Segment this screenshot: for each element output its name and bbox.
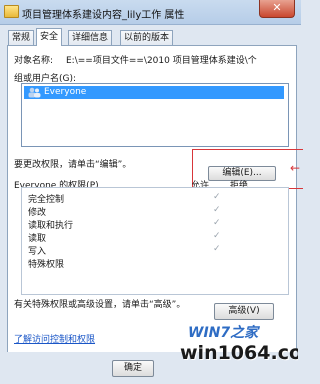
perm-read: 读取 [28,234,47,244]
list-item-everyone[interactable]: Everyone [24,86,284,99]
watermark-url: win1064.com [180,342,298,364]
check-icon: ✓ [213,192,221,202]
perm-write: 写入 [28,247,47,257]
check-icon: ✓ [213,205,221,215]
arrow-left-icon: ← [290,161,301,175]
perm-full-control: 完全控制 [28,195,65,205]
window-title: 项目管理体系建设内容_lily工作 属性 [22,10,185,21]
advanced-button[interactable]: 高级(V) [214,303,274,320]
ok-button[interactable]: 确定 [112,360,154,377]
access-control-link[interactable]: 了解访问控制和权限 [14,332,95,345]
tab-previous-versions[interactable]: 以前的版本 [120,30,174,45]
object-name-value: E:\==项目文件==\2010 项目管理体系建设\个 [66,56,257,66]
groups-listbox[interactable]: Everyone [21,83,289,147]
check-icon: ✓ [213,231,221,241]
list-item-label: Everyone [44,87,87,97]
edit-hint: 要更改权限，请单击“编辑”。 [14,160,132,170]
title-bar: 项目管理体系建设内容_lily工作 属性 ✕ [0,0,301,25]
close-button[interactable]: ✕ [259,0,295,18]
check-icon: ✓ [213,244,221,254]
folder-icon [4,5,19,18]
tab-general[interactable]: 常规 [8,30,35,45]
perm-read-execute: 读取和执行 [28,221,74,231]
check-icon: ✓ [213,218,221,228]
permissions-list: 完全控制 ✓ 修改 ✓ 读取和执行 ✓ 读取 ✓ 写入 ✓ 特殊权限 [21,187,289,295]
tab-details[interactable]: 详细信息 [68,30,113,45]
perm-special: 特殊权限 [28,260,65,270]
users-icon [28,87,41,98]
tab-security[interactable]: 安全 [36,28,63,46]
object-name-label: 对象名称: [14,56,54,66]
advanced-hint: 有关特殊权限或高级设置，请单击“高级”。 [14,300,186,310]
watermark: WIN7之家 win1064.com [180,322,298,368]
security-panel: 对象名称: E:\==项目文件==\2010 项目管理体系建设\个 组或用户名(… [7,45,303,353]
watermark-logo: WIN7之家 [188,325,259,341]
perm-modify: 修改 [28,208,47,218]
